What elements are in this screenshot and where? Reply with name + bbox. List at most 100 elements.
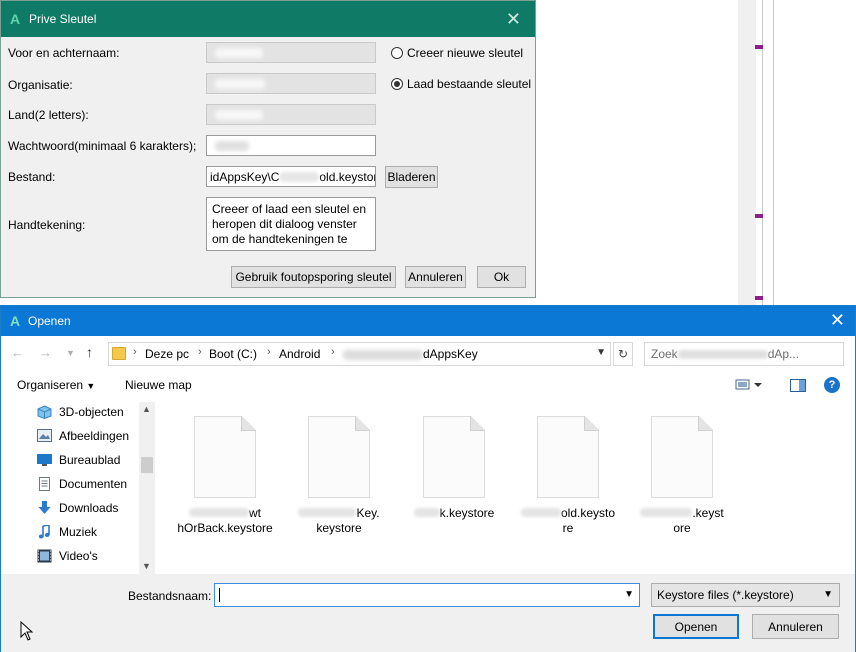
nav-item-label: Video's xyxy=(59,549,98,563)
radio-create-new-key[interactable]: Creeer nieuwe sleutel xyxy=(391,46,523,60)
name-field[interactable] xyxy=(206,42,376,63)
breadcrumb-item[interactable]: Boot (C:) xyxy=(209,347,257,361)
file-field[interactable]: idAppsKey\C old.keystore xyxy=(206,166,376,187)
file-type-filter[interactable]: Keystore files (*.keystore) ▼ xyxy=(651,583,840,607)
redacted-text xyxy=(520,508,561,517)
dialog-titlebar: A Openen ✕ xyxy=(1,306,855,336)
cancel-button[interactable]: Annuleren xyxy=(405,266,466,288)
background-divider xyxy=(773,0,774,305)
organisation-label: Organisatie: xyxy=(8,78,73,92)
download-icon xyxy=(37,501,52,514)
background-app xyxy=(535,0,856,305)
cancel-button[interactable]: Annuleren xyxy=(752,614,839,639)
document-icon xyxy=(651,416,713,498)
mouse-cursor-icon xyxy=(20,620,34,644)
country-label: Land(2 letters): xyxy=(8,108,89,122)
scroll-up-icon[interactable]: ▲ xyxy=(142,404,151,414)
nav-item-label: Afbeeldingen xyxy=(59,429,130,443)
back-arrow-icon[interactable]: ← xyxy=(11,345,24,360)
debug-key-button[interactable]: Gebruik foutopsporing sleutel xyxy=(231,266,396,288)
redacted-text xyxy=(298,508,357,517)
document-icon xyxy=(308,416,370,498)
filter-label: Keystore files (*.keystore) xyxy=(657,588,794,602)
new-folder-button[interactable]: Nieuwe map xyxy=(125,378,192,392)
file-label: Bestand: xyxy=(8,170,56,184)
open-file-dialog: A Openen ✕ ← → ▼ ↑ › Deze pc › Boot (C:)… xyxy=(0,305,856,652)
address-bar[interactable]: › Deze pc › Boot (C:) › Android › dAppsK… xyxy=(108,342,611,366)
radio-label: Laad bestaande sleutel xyxy=(407,77,532,91)
search-input[interactable]: Zoek dAp... xyxy=(644,342,844,366)
background-marker xyxy=(755,214,763,218)
breadcrumb-separator-icon: › xyxy=(267,346,271,358)
file-path-prefix: idAppsKey\C xyxy=(210,170,280,184)
file-path-suffix: old.keystore xyxy=(319,170,375,184)
redacted-text xyxy=(215,141,249,151)
background-marker xyxy=(755,45,763,49)
dialog-title: Prive Sleutel xyxy=(29,12,97,26)
help-icon[interactable]: ? xyxy=(824,377,840,393)
file-item[interactable]: k.keystore xyxy=(404,416,504,521)
recent-locations-chevron-icon[interactable]: ▼ xyxy=(66,348,75,358)
password-field[interactable] xyxy=(206,135,376,156)
breadcrumb-item[interactable]: dAppsKey xyxy=(423,347,478,361)
signature-textarea[interactable]: Creeer of laad een sleutel en heropen di… xyxy=(206,197,376,251)
view-options-icon[interactable] xyxy=(735,379,763,394)
close-icon[interactable]: ✕ xyxy=(830,310,845,331)
forward-arrow-icon[interactable]: → xyxy=(39,345,52,360)
redacted-text xyxy=(279,172,320,182)
document-icon xyxy=(537,416,599,498)
name-label: Voor en achternaam: xyxy=(8,46,120,60)
chevron-down-icon: ▼ xyxy=(823,589,833,600)
dialog-footer: Bestandsnaam: ▼ Keystore files (*.keysto… xyxy=(1,574,855,652)
file-item[interactable]: Key. keystore xyxy=(289,416,389,536)
redacted-text xyxy=(343,350,423,360)
preview-pane-icon[interactable] xyxy=(790,379,806,395)
open-button[interactable]: Openen xyxy=(653,614,739,639)
nav-pane-scrollbar[interactable]: ▲ ▼ xyxy=(139,402,155,574)
file-name: .keyst ore xyxy=(632,506,732,536)
browse-button[interactable]: Bladeren xyxy=(385,166,438,188)
filename-input[interactable]: ▼ xyxy=(214,583,640,607)
refresh-icon[interactable]: ↻ xyxy=(613,342,633,366)
redacted-text xyxy=(677,350,768,359)
filename-label: Bestandsnaam: xyxy=(128,589,212,603)
breadcrumb-separator-icon: › xyxy=(198,346,202,358)
breadcrumb-item[interactable]: Android xyxy=(279,347,320,361)
organisation-field[interactable] xyxy=(206,73,376,94)
ok-button[interactable]: Ok xyxy=(477,266,526,288)
organize-menu[interactable]: Organiseren ▼ xyxy=(17,378,95,392)
prive-sleutel-dialog: A Prive Sleutel ✕ Voor en achternaam: Or… xyxy=(0,0,536,298)
search-placeholder: Zoek dAp... xyxy=(651,347,800,361)
documents-icon xyxy=(37,477,52,491)
file-name: Key. keystore xyxy=(289,506,389,536)
up-arrow-icon[interactable]: ↑ xyxy=(86,344,93,360)
radio-label: Creeer nieuwe sleutel xyxy=(407,46,524,60)
file-name: wt hOrBack.keystore xyxy=(177,506,273,535)
file-item[interactable]: .keyst ore xyxy=(632,416,732,536)
desktop-icon xyxy=(37,453,52,466)
file-name: k.keystore xyxy=(404,506,504,521)
file-item[interactable]: wt hOrBack.keystore xyxy=(175,416,275,536)
redacted-text xyxy=(215,79,265,89)
dialog-titlebar: A Prive Sleutel ✕ xyxy=(1,1,535,37)
breadcrumb-item[interactable]: Deze pc xyxy=(145,347,189,361)
chevron-down-icon[interactable]: ▼ xyxy=(596,347,606,358)
pictures-icon xyxy=(37,429,52,442)
redacted-text xyxy=(215,110,263,120)
dialog-title: Openen xyxy=(28,314,71,328)
app-logo-icon: A xyxy=(10,313,21,329)
redacted-text xyxy=(413,508,440,517)
close-icon[interactable]: ✕ xyxy=(506,9,521,30)
radio-selected-icon xyxy=(391,78,403,90)
radio-load-existing-key[interactable]: Laad bestaande sleutel xyxy=(391,77,531,91)
country-field[interactable] xyxy=(206,104,376,125)
file-item[interactable]: old.keysto re xyxy=(518,416,618,536)
chevron-down-icon[interactable]: ▼ xyxy=(624,589,634,600)
video-icon xyxy=(37,549,52,563)
scrollbar-thumb[interactable] xyxy=(141,457,153,473)
redacted-text xyxy=(215,48,263,58)
scroll-down-icon[interactable]: ▼ xyxy=(142,561,151,571)
navigation-pane: 3D-objecten Afbeeldingen Bureaublad Docu… xyxy=(1,402,156,574)
nav-item-label: Downloads xyxy=(59,501,119,515)
chevron-down-icon: ▼ xyxy=(86,381,96,391)
